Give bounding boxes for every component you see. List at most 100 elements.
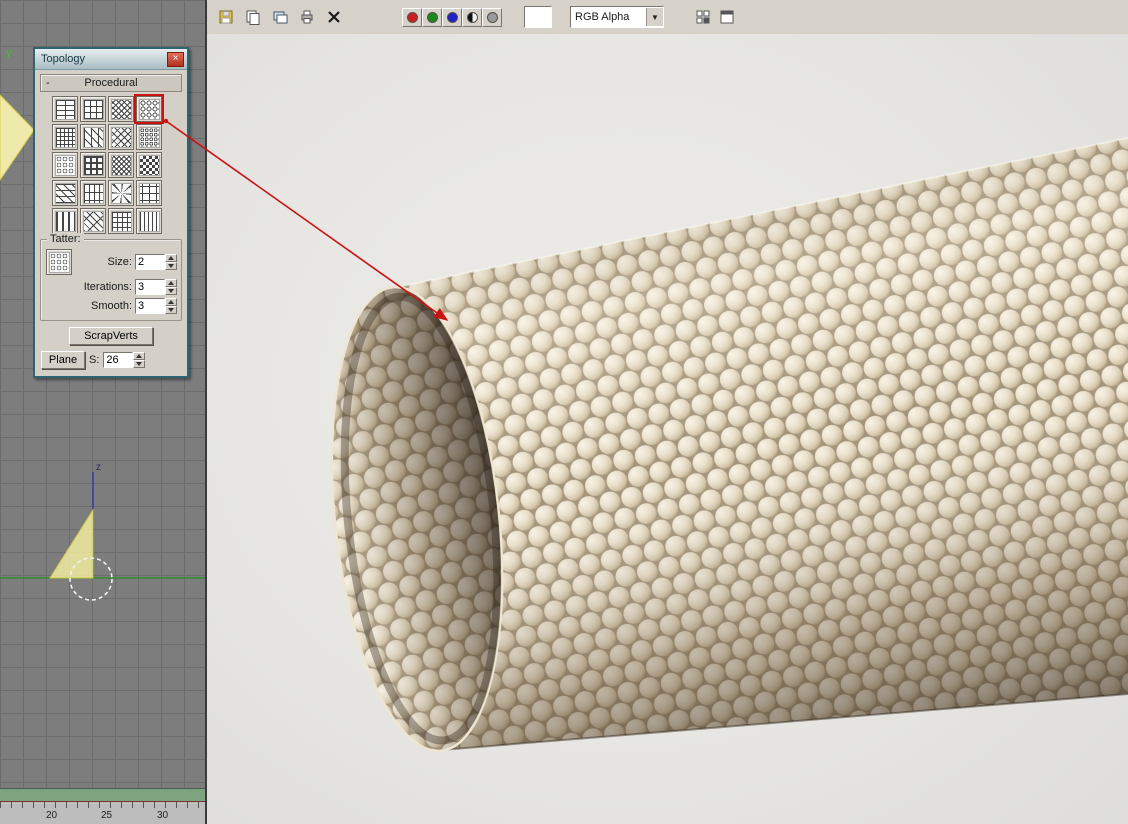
topology-pattern-button-grid[interactable]	[108, 208, 134, 234]
topology-pattern-button-scales[interactable]	[134, 94, 164, 124]
topology-pattern-button-cross[interactable]	[136, 180, 162, 206]
mosaic-pattern-icon	[82, 126, 104, 148]
ruler-number: 30	[157, 810, 169, 821]
topology-pattern-button-offset-bricks[interactable]	[80, 96, 106, 122]
topology-pattern-button-mosaic[interactable]	[80, 124, 106, 150]
scales-dense-pattern-icon	[138, 126, 160, 148]
green-channel-icon	[426, 11, 438, 23]
topology-pattern-button-grid-fine[interactable]	[52, 124, 78, 150]
collapse-icon: -	[46, 77, 50, 89]
topology-pattern-button-starburst[interactable]	[108, 180, 134, 206]
clone-window-icon[interactable]	[716, 6, 738, 28]
plane-button[interactable]: Plane	[41, 351, 85, 369]
dialog-bottom-row: Plane S:	[35, 351, 187, 376]
smooth-spinner	[135, 298, 177, 314]
alpha-channel-button[interactable]	[462, 7, 482, 27]
iterations-input[interactable]	[135, 279, 165, 295]
spinner-up-icon[interactable]	[165, 254, 177, 262]
rollout-label: Procedural	[84, 77, 138, 89]
channel-button-group	[402, 7, 502, 27]
spinner-down-icon[interactable]	[133, 360, 146, 368]
s-input[interactable]	[103, 352, 134, 368]
window-divider	[205, 0, 207, 824]
topology-pattern-button-vlines[interactable]	[136, 208, 162, 234]
red-channel-icon	[406, 11, 418, 23]
topology-pattern-button-herringbone[interactable]	[80, 208, 106, 234]
topology-pattern-button-diamond[interactable]	[108, 124, 134, 150]
offset-bricks-pattern-icon	[82, 98, 104, 120]
plane-object[interactable]	[49, 508, 94, 579]
plane-object-fragment	[0, 94, 35, 181]
tatter-group-label: Tatter:	[47, 233, 84, 245]
copy-icon[interactable]	[242, 6, 264, 28]
extra-icon-group	[692, 6, 738, 28]
topology-pattern-button-steps[interactable]	[80, 180, 106, 206]
topology-pattern-button-pebbles[interactable]	[52, 152, 78, 178]
ruler-number: 25	[101, 810, 113, 821]
columns-pattern-icon	[54, 210, 76, 232]
cross-pattern-icon	[138, 182, 160, 204]
topology-pattern-button-crosshatch[interactable]	[108, 152, 134, 178]
y-axis-label: y	[6, 47, 12, 59]
save-icon[interactable]	[215, 6, 237, 28]
blue-channel-button[interactable]	[442, 7, 462, 27]
print-icon[interactable]	[296, 6, 318, 28]
tatter-preview-button[interactable]	[46, 249, 72, 275]
procedural-rollout-header[interactable]: - Procedural	[40, 74, 182, 92]
topology-pattern-button-checker[interactable]	[136, 152, 162, 178]
z-axis-label: z	[96, 462, 101, 473]
diamond-pattern-icon	[110, 126, 132, 148]
pebbles-pattern-icon	[54, 154, 76, 176]
topology-pattern-button-triangle[interactable]	[52, 180, 78, 206]
time-slider-track[interactable]	[0, 788, 205, 803]
channel-display-value: RGB Alpha	[575, 11, 630, 23]
spinner-up-icon[interactable]	[165, 279, 177, 287]
checker-pattern-icon	[138, 154, 160, 176]
render-canvas	[207, 34, 1128, 824]
spinner-down-icon[interactable]	[165, 262, 177, 270]
topology-pattern-button-scales-dense[interactable]	[136, 124, 162, 150]
rendered-cylinder-image	[330, 137, 1128, 753]
topology-pattern-button-bricks[interactable]	[52, 96, 78, 122]
ruler-number: 20	[46, 810, 58, 821]
tatter-group: Tatter: Size: Iterations: Smooth	[40, 233, 182, 321]
channel-display-dropdown[interactable]: RGB Alpha ▼	[570, 6, 664, 28]
render-toolbar: RGB Alpha ▼	[207, 0, 1128, 35]
background-color-swatch[interactable]	[524, 6, 552, 28]
file-icon-group	[215, 6, 345, 28]
close-icon[interactable]: ×	[167, 51, 184, 67]
spinner-down-icon[interactable]	[165, 306, 177, 314]
topology-dialog: Topology × - Procedural Tatter: Size: It…	[33, 47, 189, 378]
delete-icon[interactable]	[323, 6, 345, 28]
chevron-down-icon[interactable]: ▼	[646, 8, 663, 26]
steps-pattern-icon	[82, 182, 104, 204]
track-bar-ruler[interactable]: 20 25 30	[0, 802, 205, 824]
mono-channel-button[interactable]	[482, 7, 502, 27]
vlines-pattern-icon	[138, 210, 160, 232]
red-channel-button[interactable]	[402, 7, 422, 27]
herringbone-pattern-icon	[82, 210, 104, 232]
topology-pattern-button-weave[interactable]	[108, 96, 134, 122]
topology-pattern-button-basket[interactable]	[80, 152, 106, 178]
size-label: Size:	[107, 256, 132, 268]
dialog-title: Topology	[41, 53, 86, 65]
scales-pattern-icon	[138, 98, 160, 120]
tatter-pattern-icon	[48, 251, 70, 273]
scrapverts-button[interactable]: ScrapVerts	[69, 327, 153, 345]
spinner-up-icon[interactable]	[133, 352, 146, 360]
rendered-frame-window: RGB Alpha ▼	[207, 0, 1128, 824]
alpha-channel-icon	[466, 11, 478, 23]
size-input[interactable]	[135, 254, 165, 270]
topology-pattern-button-columns[interactable]	[52, 208, 78, 234]
s-label: S:	[89, 354, 100, 366]
spinner-down-icon[interactable]	[165, 287, 177, 295]
topology-dialog-titlebar[interactable]: Topology ×	[35, 49, 187, 70]
green-channel-button[interactable]	[422, 7, 442, 27]
smooth-input[interactable]	[135, 298, 165, 314]
iterations-label: Iterations:	[83, 281, 132, 293]
pattern-grid	[51, 94, 171, 235]
spinner-up-icon[interactable]	[165, 298, 177, 306]
layers-icon[interactable]	[692, 6, 714, 28]
application-window: y z 20 25 30 RGB Alpha ▼ Topology × - Pr…	[0, 0, 1128, 824]
clone-icon[interactable]	[269, 6, 291, 28]
